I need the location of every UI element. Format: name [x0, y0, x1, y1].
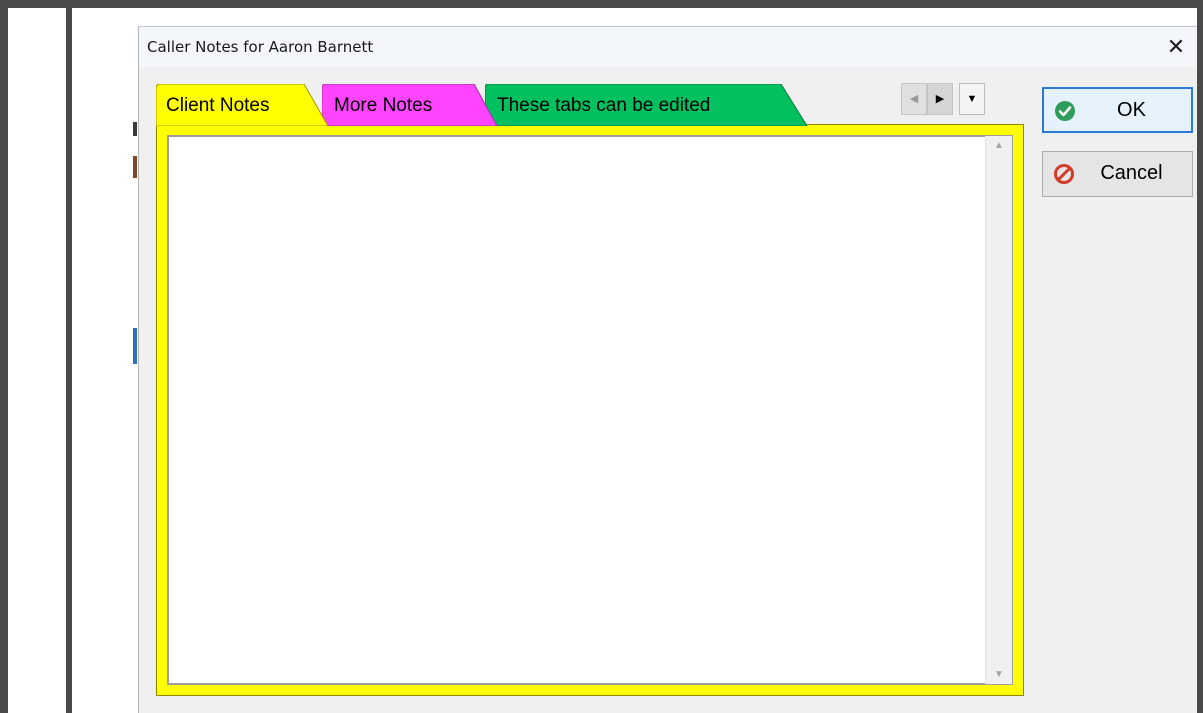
- background-frame-right: [1197, 0, 1203, 713]
- close-button[interactable]: ✕: [1159, 31, 1193, 63]
- notes-scrollbar[interactable]: ▲ ▼: [985, 136, 1012, 684]
- dialog-titlebar: Caller Notes for Aaron Barnett ✕: [139, 27, 1197, 67]
- caller-notes-dialog: Caller Notes for Aaron Barnett ✕ Client …: [138, 26, 1197, 713]
- background-glimpse: [133, 156, 137, 178]
- background-glimpse: [133, 328, 137, 364]
- cancel-button[interactable]: Cancel: [1042, 151, 1193, 197]
- chevron-right-icon: ▶: [935, 93, 945, 105]
- chevron-down-icon: ▼: [966, 93, 978, 105]
- cancel-button-label: Cancel: [1100, 162, 1163, 184]
- tab-more-notes[interactable]: More Notes: [322, 84, 497, 126]
- background-divider: [66, 8, 72, 713]
- scroll-up-arrow-icon[interactable]: ▲: [986, 140, 1012, 151]
- tab-prev-button[interactable]: ◀: [901, 83, 927, 115]
- scroll-down-arrow-icon[interactable]: ▼: [986, 669, 1012, 680]
- tab-label: These tabs can be edited: [497, 95, 711, 116]
- background-glimpse: [133, 122, 137, 136]
- tab-these-tabs-can-be-edited[interactable]: These tabs can be edited: [485, 84, 807, 126]
- background-window-margin: [8, 8, 66, 713]
- tab-list-dropdown-button[interactable]: ▼: [959, 83, 985, 115]
- background-frame-top: [0, 0, 1203, 8]
- tab-label: More Notes: [334, 95, 433, 116]
- client-notes-panel: ▲ ▼: [156, 124, 1024, 696]
- tab-label: Client Notes: [166, 95, 270, 116]
- tab-next-button[interactable]: ▶: [927, 83, 953, 115]
- dialog-title: Caller Notes for Aaron Barnett: [147, 38, 374, 56]
- close-icon: ✕: [1166, 34, 1186, 59]
- chevron-left-icon: ◀: [909, 93, 919, 105]
- tab-navigation: ◀ ▶ ▼: [901, 83, 985, 117]
- ok-button[interactable]: OK: [1042, 87, 1193, 133]
- ok-button-label: OK: [1117, 99, 1146, 121]
- tab-client-notes[interactable]: Client Notes: [156, 84, 328, 126]
- background-frame-left: [0, 0, 8, 713]
- notes-textarea[interactable]: [167, 135, 1013, 685]
